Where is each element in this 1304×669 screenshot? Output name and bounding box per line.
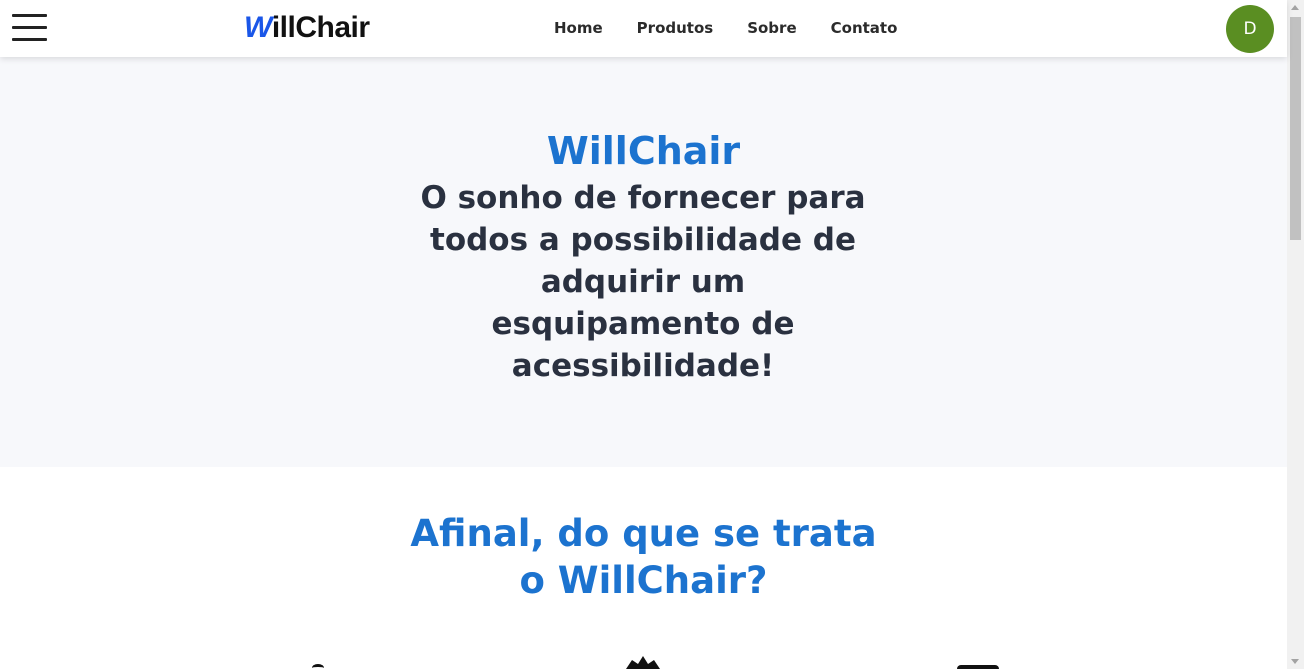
hero-subtitle: O sonho de fornecer para todos a possibi… xyxy=(420,180,866,384)
feature-icon-2 xyxy=(626,656,660,669)
top-navbar: WillChair Home Produtos Sobre Contato D xyxy=(0,0,1287,57)
hero-title: WillChair xyxy=(546,129,741,173)
scroll-down-arrow-icon[interactable] xyxy=(1291,659,1299,664)
logo-text: illChair xyxy=(271,11,370,44)
menu-icon-line xyxy=(12,14,47,17)
hero-section: WillChair O sonho de fornecer para todos… xyxy=(0,57,1287,467)
vertical-scrollbar[interactable] xyxy=(1287,0,1304,669)
feature-icons-row xyxy=(0,656,1287,669)
page: WillChair Home Produtos Sobre Contato D … xyxy=(0,0,1304,669)
main-nav: Home Produtos Sobre Contato xyxy=(554,19,897,37)
logo-letter: W xyxy=(244,11,272,44)
nav-link-home[interactable]: Home xyxy=(554,19,603,37)
about-section-title: Afinal, do que se trata o WillChair? xyxy=(410,512,877,602)
menu-icon-line xyxy=(12,26,47,29)
brand-logo[interactable]: WillChair xyxy=(244,10,370,46)
scroll-up-arrow-icon[interactable] xyxy=(1291,5,1299,10)
feature-icon-1 xyxy=(312,664,324,669)
menu-icon-line xyxy=(12,38,47,41)
user-avatar[interactable]: D xyxy=(1226,5,1274,53)
nav-link-produtos[interactable]: Produtos xyxy=(637,19,714,37)
menu-icon[interactable] xyxy=(12,14,48,42)
feature-icon-3 xyxy=(957,665,999,669)
nav-link-contato[interactable]: Contato xyxy=(831,19,898,37)
nav-link-sobre[interactable]: Sobre xyxy=(747,19,796,37)
scroll-thumb[interactable] xyxy=(1290,17,1301,240)
